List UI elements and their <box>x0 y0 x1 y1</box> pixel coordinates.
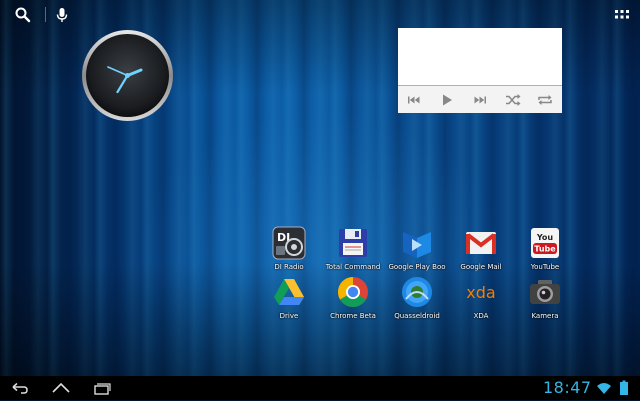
app-chrome-beta[interactable]: Chrome Beta <box>320 275 384 327</box>
app-label: Google Mail <box>460 263 502 271</box>
search-divider <box>45 7 46 22</box>
microphone-icon[interactable] <box>53 6 71 24</box>
search-icon[interactable] <box>14 6 32 24</box>
app-google-play-books[interactable]: Google Play Boo <box>384 226 448 278</box>
app-label: Kamera <box>531 312 559 320</box>
music-widget[interactable] <box>398 28 562 113</box>
shuffle-icon[interactable] <box>504 91 522 109</box>
music-album-area[interactable] <box>398 28 562 85</box>
music-controls <box>398 86 562 113</box>
app-label: Google Play Boo <box>388 263 446 271</box>
svg-text:You: You <box>536 233 554 242</box>
app-label: DI Radio <box>274 263 304 271</box>
app-xda[interactable]: xda XDA <box>448 275 512 327</box>
youtube-icon: You Tube <box>528 226 562 260</box>
drive-icon <box>272 275 306 309</box>
system-bar: 18:47 <box>0 376 640 400</box>
svg-text:Tube: Tube <box>534 245 556 254</box>
recent-apps-icon[interactable] <box>90 379 112 397</box>
app-total-commander[interactable]: Total Command <box>320 226 384 278</box>
battery-icon[interactable] <box>619 380 629 396</box>
previous-icon[interactable] <box>405 91 423 109</box>
back-icon[interactable] <box>9 379 31 397</box>
app-di-radio[interactable]: DI DI Radio <box>256 226 320 278</box>
app-kamera[interactable]: Kamera <box>512 275 576 327</box>
play-icon[interactable] <box>438 91 456 109</box>
wifi-icon[interactable] <box>596 380 612 396</box>
app-quasseldroid[interactable]: Quasseldroid <box>384 275 448 327</box>
app-label: XDA <box>473 312 489 320</box>
floppy-disk-icon <box>336 226 370 260</box>
app-drive[interactable]: Drive <box>256 275 320 327</box>
svg-text:xda: xda <box>466 283 495 302</box>
next-icon[interactable] <box>471 91 489 109</box>
app-label: Total Command <box>325 263 381 271</box>
app-label: Chrome Beta <box>330 312 376 320</box>
play-books-icon <box>400 226 434 260</box>
analog-clock-widget[interactable] <box>81 29 174 122</box>
app-youtube[interactable]: You Tube YouTube <box>512 226 576 278</box>
app-google-mail[interactable]: Google Mail <box>448 226 512 278</box>
di-radio-icon: DI <box>272 226 306 260</box>
camera-icon <box>528 275 562 309</box>
app-label: Drive <box>279 312 299 320</box>
chrome-icon <box>336 275 370 309</box>
app-label: Quasseldroid <box>394 312 440 320</box>
home-icon[interactable] <box>50 379 72 397</box>
repeat-icon[interactable] <box>536 91 554 109</box>
quasseldroid-icon <box>400 275 434 309</box>
xda-icon: xda <box>464 275 498 309</box>
status-clock[interactable]: 18:47 <box>543 378 592 397</box>
app-label: YouTube <box>530 263 560 271</box>
gmail-icon <box>464 226 498 260</box>
all-apps-grid-icon[interactable] <box>613 6 631 24</box>
